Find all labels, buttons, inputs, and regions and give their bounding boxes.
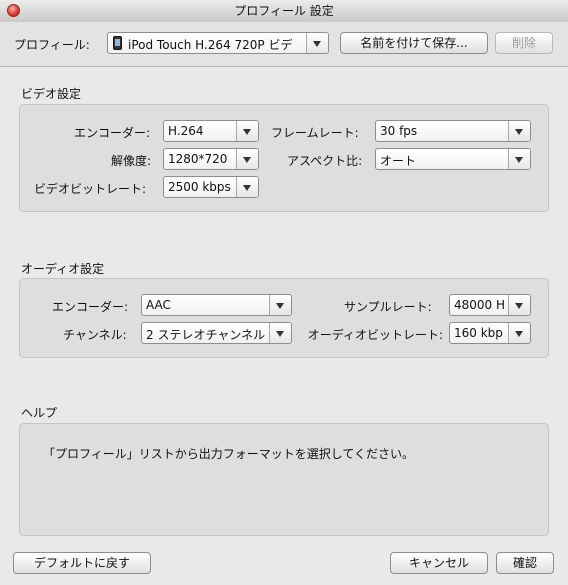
channel-select[interactable]: 2 ステレオチャンネル	[141, 322, 292, 344]
resolution-select[interactable]: 1280*720	[163, 148, 259, 170]
profile-label: プロフィール:	[14, 38, 90, 52]
video-encoder-label: エンコーダー:	[74, 126, 151, 140]
video-encoder-value: H.264	[168, 124, 204, 138]
video-bitrate-value: 2500 kbps	[168, 180, 231, 194]
video-section-title: ビデオ設定	[21, 87, 82, 101]
delete-button[interactable]: 削除	[495, 32, 553, 54]
chevron-down-icon	[269, 323, 291, 343]
audio-encoder-label: エンコーダー:	[52, 300, 129, 314]
chevron-down-icon	[236, 121, 258, 141]
framerate-value: 30 fps	[380, 124, 418, 138]
aspect-ratio-select[interactable]: オート	[375, 148, 531, 170]
audio-bitrate-value: 160 kbp	[454, 326, 503, 340]
channel-value: 2 ステレオチャンネル	[146, 328, 266, 342]
framerate-select[interactable]: 30 fps	[375, 120, 531, 142]
chevron-down-icon	[508, 121, 530, 141]
restore-defaults-button[interactable]: デフォルトに戻す	[13, 552, 151, 574]
audio-bitrate-select[interactable]: 160 kbp	[449, 322, 531, 344]
help-text: 「プロフィール」リストから出力フォーマットを選択してください。	[43, 447, 415, 461]
samplerate-label: サンプルレート:	[344, 300, 432, 314]
video-encoder-select[interactable]: H.264	[163, 120, 259, 142]
chevron-down-icon	[508, 149, 530, 169]
samplerate-value: 48000 H	[454, 298, 506, 312]
chevron-down-icon	[236, 149, 258, 169]
confirm-button[interactable]: 確認	[496, 552, 554, 574]
audio-bitrate-label: オーディオビットレート:	[307, 328, 443, 342]
cancel-button[interactable]: キャンセル	[390, 552, 488, 574]
samplerate-select[interactable]: 48000 H	[449, 294, 531, 316]
save-as-button[interactable]: 名前を付けて保存...	[340, 32, 488, 54]
channel-label: チャンネル:	[63, 328, 127, 342]
audio-encoder-select[interactable]: AAC	[141, 294, 292, 316]
help-section-title: ヘルプ	[21, 406, 58, 420]
ipod-icon	[113, 36, 122, 50]
help-panel	[19, 423, 549, 536]
profile-settings-window: プロフィール 設定 プロフィール: iPod Touch H.264 720P …	[0, 0, 568, 585]
chevron-down-icon	[269, 295, 291, 315]
chevron-down-icon	[508, 295, 530, 315]
video-bitrate-label: ビデオビットレート:	[34, 182, 147, 196]
resolution-label: 解像度:	[111, 154, 152, 168]
aspect-ratio-value: オート	[380, 154, 417, 168]
audio-encoder-value: AAC	[146, 298, 171, 312]
framerate-label: フレームレート:	[271, 126, 359, 140]
profile-toolbar: プロフィール: iPod Touch H.264 720P ビデ 名前を付けて保…	[0, 22, 568, 67]
aspect-ratio-label: アスペクト比:	[287, 154, 363, 168]
audio-bitrate-label-clip: オーディオビットレート:	[296, 322, 443, 344]
chevron-down-icon	[306, 33, 328, 53]
title-bar: プロフィール 設定	[0, 0, 568, 23]
window-title: プロフィール 設定	[234, 4, 334, 18]
audio-settings-panel	[19, 278, 549, 358]
audio-section-title: オーディオ設定	[21, 262, 105, 276]
video-bitrate-select[interactable]: 2500 kbps	[163, 176, 259, 198]
chevron-down-icon	[508, 323, 530, 343]
profile-select[interactable]: iPod Touch H.264 720P ビデ	[107, 32, 329, 54]
profile-select-value: iPod Touch H.264 720P ビデ	[128, 38, 293, 52]
chevron-down-icon	[236, 177, 258, 197]
resolution-value: 1280*720	[168, 152, 228, 166]
close-window-icon[interactable]	[7, 4, 20, 17]
